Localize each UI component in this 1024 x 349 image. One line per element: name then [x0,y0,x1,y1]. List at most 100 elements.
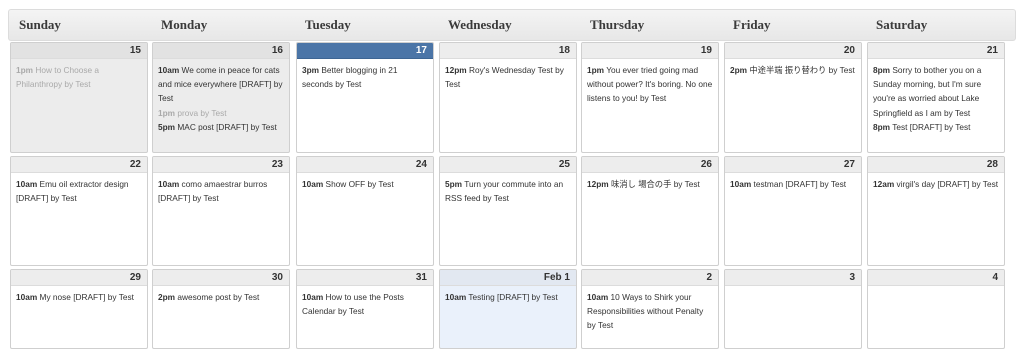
event-list: 10am 10 Ways to Shirk your Responsibilit… [582,286,718,333]
day-cell[interactable]: 3 [724,269,862,349]
calendar-event[interactable]: 12pm 味消し 場合の手 by Test [587,177,714,191]
calendar-event[interactable]: 8pm Test [DRAFT] by Test [873,120,1000,134]
day-number: 25 [440,157,576,173]
day-number: 19 [582,43,718,59]
day-cell[interactable]: 15 1pm How to Choose a Philanthropy by Te… [10,42,148,153]
calendar-event[interactable]: 10am como amaestrar burros [DRAFT] by Te… [158,177,285,205]
event-time: 12am [873,179,895,189]
event-time: 1pm [16,65,34,75]
day-number: 16 [153,43,289,59]
event-list: 12pm 味消し 場合の手 by Test [582,173,718,191]
event-title: testman [DRAFT] by Test [753,179,847,189]
day-cell[interactable]: 22 10am Emu oil extractor design [DRAFT] … [10,156,148,266]
day-number: 29 [11,270,147,286]
day-cell[interactable]: 29 10am My nose [DRAFT] by Test [10,269,148,349]
calendar-event[interactable]: 2pm 中途半端 振り替わり by Test [730,63,857,77]
event-list: 2pm awesome post by Test [153,286,289,304]
event-time: 3pm [302,65,320,75]
event-list: 10am como amaestrar burros [DRAFT] by Te… [153,173,289,205]
day-cell[interactable]: 25 5pm Turn your commute into an RSS feed… [439,156,577,266]
calendar-event[interactable]: 10am Show OFF by Test [302,177,429,191]
event-title: Testing [DRAFT] by Test [468,292,558,302]
event-time: 10am [302,179,324,189]
day-number: 17 [297,43,433,59]
event-time: 2pm [730,65,748,75]
event-time: 10am [158,179,180,189]
calendar-event[interactable]: 8pm Sorry to bother you on a Sunday morn… [873,63,1000,120]
calendar-event[interactable]: 1pm How to Choose a Philanthropy by Test [16,63,143,91]
day-cell[interactable]: 23 10am como amaestrar burros [DRAFT] by … [152,156,290,266]
event-time: 5pm [158,121,176,132]
event-time: 10am [445,292,467,302]
day-cell[interactable]: 19 1pm You ever tried going mad without p… [581,42,719,153]
event-list: 3pm Better blogging in 21 seconds by Tes… [297,59,433,91]
event-title: Turn your commute into an RSS feed by Te… [445,179,564,204]
day-number: 15 [11,43,147,59]
event-list: 10am testman [DRAFT] by Test [725,173,861,191]
day-cell[interactable]: 16 10am We come in peace for cats and mic… [152,42,290,153]
day-cell[interactable]: 21 8pm Sorry to bother you on a Sunday mo… [867,42,1005,153]
day-number: 4 [868,270,1004,286]
day-number: 30 [153,270,289,286]
event-time: 1pm [587,65,605,75]
event-title: My nose [DRAFT] by Test [39,292,134,302]
day-cell[interactable]: 26 12pm 味消し 場合の手 by Test [581,156,719,266]
day-number: 27 [725,157,861,173]
day-cell[interactable]: 20 2pm 中途半端 振り替わり by Test [724,42,862,153]
event-title: MAC post [DRAFT] by Test [177,121,277,132]
day-cell[interactable]: 2 10am 10 Ways to Shirk your Responsibili… [581,269,719,349]
calendar-event[interactable]: 12pm Roy's Wednesday Test by Test [445,63,572,91]
event-title: Test [DRAFT] by Test [892,121,971,132]
calendar-event[interactable]: 10am 10 Ways to Shirk your Responsibilit… [587,290,714,333]
event-time: 2pm [158,292,176,302]
day-number: 28 [868,157,1004,173]
event-title: virgil's day [DRAFT] by Test [896,179,999,189]
event-list: 12am virgil's day [DRAFT] by Test [868,173,1004,191]
day-number: 26 [582,157,718,173]
calendar-event[interactable]: 12am virgil's day [DRAFT] by Test [873,177,1000,191]
day-cell[interactable]: 24 10am Show OFF by Test [296,156,434,266]
day-number: 23 [153,157,289,173]
day-cell[interactable]: 31 10am How to use the Posts Calendar by … [296,269,434,349]
day-cell[interactable]: 28 12am virgil's day [DRAFT] by Test [867,156,1005,266]
calendar-event[interactable]: 1pm You ever tried going mad without pow… [587,63,714,106]
event-list: 1pm How to Choose a Philanthropy by Test [11,59,147,91]
event-title: awesome post by Test [177,292,260,302]
calendar-event[interactable]: 10am My nose [DRAFT] by Test [16,290,143,304]
event-time: 10am [16,179,38,189]
day-number: 2 [582,270,718,286]
event-list: 8pm Sorry to bother you on a Sunday morn… [868,59,1004,134]
event-time: 1pm [158,107,176,118]
day-cell[interactable]: Feb 1 10am Testing [DRAFT] by Test [439,269,577,349]
day-cell[interactable]: 27 10am testman [DRAFT] by Test [724,156,862,266]
calendar-event[interactable]: 10am testman [DRAFT] by Test [730,177,857,191]
event-time: 10am [730,179,752,189]
event-time: 12pm [587,179,609,189]
event-list: 12pm Roy's Wednesday Test by Test [440,59,576,91]
day-cell[interactable]: 30 2pm awesome post by Test [152,269,290,349]
day-cell[interactable]: 4 [867,269,1005,349]
calendar-event[interactable]: 3pm Better blogging in 21 seconds by Tes… [302,63,429,91]
day-number: 3 [725,270,861,286]
calendar-event[interactable]: 5pm Turn your commute into an RSS feed b… [445,177,572,205]
day-number: 22 [11,157,147,173]
event-list: 2pm 中途半端 振り替わり by Test [725,59,861,77]
day-cell[interactable]: 17 3pm Better blogging in 21 seconds by T… [296,42,434,153]
event-title: You ever tried going mad without power? … [587,65,713,104]
event-list: 10am Testing [DRAFT] by Test [440,286,576,304]
event-time: 8pm [873,121,891,132]
calendar-event[interactable]: 2pm awesome post by Test [158,290,285,304]
event-list [725,286,861,290]
event-title: Sorry to bother you on a Sunday morning,… [873,65,982,118]
day-cell[interactable]: 18 12pm Roy's Wednesday Test by Test [439,42,577,153]
calendar-event[interactable]: 1pm prova by Test [158,106,285,120]
day-number: 18 [440,43,576,59]
calendar-event[interactable]: 10am How to use the Posts Calendar by Te… [302,290,429,318]
event-list: 5pm Turn your commute into an RSS feed b… [440,173,576,205]
day-number: Feb 1 [440,270,576,286]
calendar-event[interactable]: 5pm MAC post [DRAFT] by Test [158,120,285,134]
calendar-event[interactable]: 10am Testing [DRAFT] by Test [445,290,572,304]
calendar-event[interactable]: 10am We come in peace for cats and mice … [158,63,285,106]
calendar-event[interactable]: 10am Emu oil extractor design [DRAFT] by… [16,177,143,205]
calendar-grid: 15 1pm How to Choose a Philanthropy by Te… [0,0,1024,349]
